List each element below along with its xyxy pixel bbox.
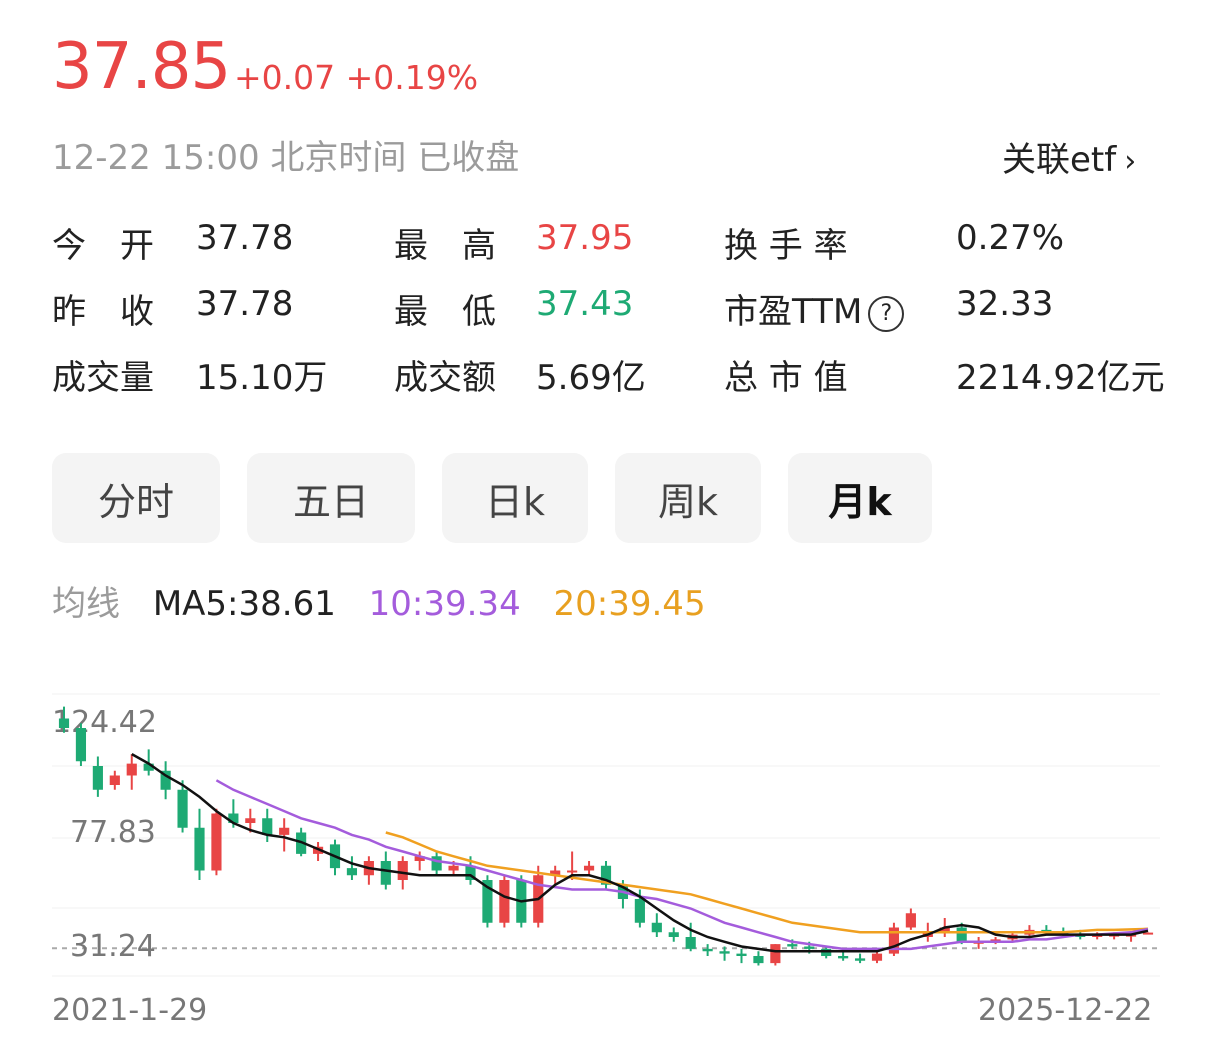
candle-body (75, 728, 87, 762)
candle-body (838, 956, 849, 959)
stat-label-text: 总 市 值 (724, 358, 848, 398)
stat-value: 0.27% (956, 218, 1065, 258)
stat-label: 昨 收 (52, 284, 154, 333)
candle-body (634, 899, 645, 923)
quote-stats-grid: 今 开 37.78 最 高 37.95 换 手 率 0.27% 昨 收 37.78 最 低 37.… (52, 218, 1172, 408)
y-axis-label: 31.24 (70, 929, 156, 964)
candle-body (719, 951, 730, 954)
stat-value: 15.10万 (196, 358, 328, 398)
change-percent: +0.19% (345, 58, 479, 97)
monthly-kline-chart[interactable]: 124.4277.8331.24 (52, 680, 1160, 980)
candle-body (651, 922, 662, 933)
tab-0[interactable]: 分时 (52, 453, 220, 543)
candle-body (753, 956, 764, 964)
candle-body (499, 880, 510, 923)
candle-body (736, 953, 747, 956)
candle-body (245, 818, 256, 823)
tab-1[interactable]: 五日 (247, 453, 415, 543)
stat-label: 成交额 (394, 350, 496, 399)
stat-label: 最 高 (394, 218, 496, 267)
stat-label[interactable]: 市盈TTM? (724, 284, 905, 333)
candle-body (1142, 932, 1154, 935)
ma5-value: MA5:38.61 (152, 584, 336, 624)
candle-body (194, 827, 205, 871)
candle-body (702, 948, 713, 952)
candle-body (380, 861, 391, 885)
stat-label-text: 最 低 (394, 292, 496, 332)
last-price: 37.85 (52, 30, 231, 104)
stat-label-text: 昨 收 (52, 292, 154, 332)
candle-body (956, 927, 967, 942)
price-change: +0.07 +0.19% (234, 58, 478, 97)
candle-body (397, 861, 408, 880)
candle-body (905, 913, 916, 928)
x-axis-start-label: 2021-1-29 (52, 993, 208, 1028)
quote-time-status: 12-22 15:00 北京时间 已收盘 (52, 138, 520, 178)
stat-value: 37.78 (196, 218, 294, 258)
help-icon[interactable]: ? (868, 295, 905, 332)
stat-label-text: 成交量 (52, 358, 154, 398)
stat-value: 37.78 (196, 284, 294, 324)
moving-average-legend: 均线 MA5:38.61 10:39.34 20:39.45 (52, 576, 728, 625)
candle-body (346, 868, 358, 876)
candle-body (770, 944, 781, 964)
candle-body (871, 953, 883, 961)
stat-label: 总 市 值 (724, 350, 848, 399)
x-axis-end-label: 2025-12-22 (978, 993, 1153, 1028)
change-value: +0.07 (234, 58, 336, 97)
candle-body (854, 958, 866, 961)
candle-body (685, 937, 696, 949)
candle-body (668, 932, 679, 937)
candle-body (262, 818, 273, 835)
candle-body (567, 870, 578, 873)
stat-value: 37.43 (536, 284, 634, 324)
tab-2[interactable]: 日k (442, 453, 588, 543)
stat-value: 5.69亿 (536, 358, 646, 398)
stat-label: 成交量 (52, 350, 154, 399)
candle-body (431, 856, 442, 871)
stat-label-text: 今 开 (52, 226, 154, 266)
chevron-right-icon: › (1124, 144, 1137, 179)
candle-body (211, 813, 222, 871)
candle-body (448, 865, 459, 871)
stat-label: 最 低 (394, 284, 496, 333)
ma20-value: 20:39.45 (553, 584, 706, 624)
candle-body (177, 789, 188, 828)
candle-body (126, 763, 137, 776)
related-etf-label: 关联etf (1002, 140, 1117, 180)
stat-value: 2214.92亿元 (956, 358, 1165, 398)
stat-label-text: 最 高 (394, 226, 496, 266)
stat-label-text: 市盈TTM (724, 292, 863, 332)
stat-label: 换 手 率 (724, 218, 848, 267)
candle-body (92, 766, 103, 790)
candle-body (804, 946, 815, 949)
candle-body (279, 827, 290, 835)
candle-body (109, 775, 120, 785)
tab-3[interactable]: 周k (615, 453, 761, 543)
stat-label-text: 成交额 (394, 358, 496, 398)
stat-value: 32.33 (956, 284, 1054, 324)
ma-label: 均线 (52, 584, 120, 624)
stat-value: 37.95 (536, 218, 634, 258)
tab-4[interactable]: 月k (788, 453, 932, 543)
candle-body (58, 718, 70, 728)
stat-label-text: 换 手 率 (724, 226, 848, 266)
candle-body (787, 944, 798, 947)
candle-body (583, 865, 595, 871)
stat-label: 今 开 (52, 218, 154, 267)
ma10-value: 10:39.34 (368, 584, 521, 624)
y-axis-label: 77.83 (70, 815, 156, 850)
related-etf-link[interactable]: 关联etf › (1002, 132, 1136, 181)
